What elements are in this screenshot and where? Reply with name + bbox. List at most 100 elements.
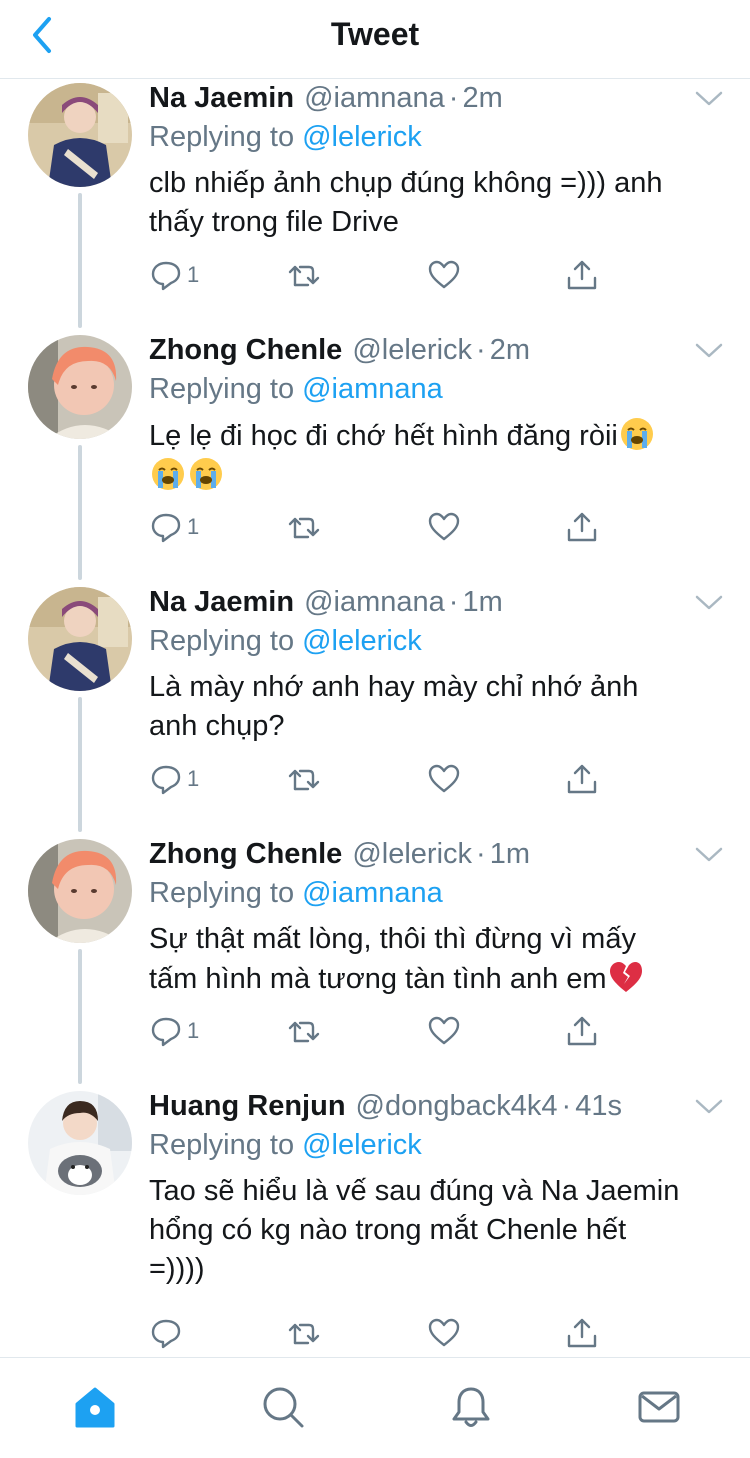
- tweet-header: Zhong Chenle @lelerick · 2m: [149, 331, 530, 369]
- retweet-button[interactable]: [287, 1011, 321, 1051]
- heart-icon: [428, 1016, 460, 1045]
- tweet[interactable]: Na Jaemin @iamnana · 1m Replying to @leleric…: [0, 583, 750, 835]
- replying-to: Replying to @iamnana: [149, 874, 443, 912]
- mention-link[interactable]: @iamnana: [302, 877, 443, 909]
- reply-button[interactable]: 1: [149, 255, 199, 295]
- share-icon: [567, 1318, 597, 1348]
- separator: ·: [476, 334, 486, 366]
- tweet-header: Na Jaemin @iamnana · 2m: [149, 79, 503, 117]
- separator: ·: [448, 586, 459, 618]
- like-button[interactable]: [427, 1011, 461, 1051]
- replying-to: Replying to @lelerick: [149, 1126, 422, 1164]
- avatar[interactable]: [28, 839, 132, 943]
- display-name[interactable]: Na Jaemin: [149, 586, 294, 618]
- display-name[interactable]: Zhong Chenle: [149, 334, 342, 366]
- mention-link[interactable]: @lelerick: [302, 625, 422, 657]
- heart-icon: [428, 1318, 460, 1347]
- tab-search[interactable]: [258, 1382, 308, 1432]
- tweet-text: Lẹ lẹ đi học đi chớ hết hình đăng ròii: [149, 416, 729, 496]
- like-button[interactable]: [427, 1313, 461, 1353]
- heart-icon: [428, 512, 460, 541]
- retweet-button[interactable]: [287, 1313, 321, 1353]
- replying-to: Replying to @lelerick: [149, 118, 422, 156]
- separator: ·: [561, 1090, 572, 1122]
- replying-label: Replying to: [149, 1129, 295, 1161]
- avatar[interactable]: [28, 335, 132, 439]
- like-button[interactable]: [427, 255, 461, 295]
- reply-button[interactable]: 1: [149, 759, 199, 799]
- like-button[interactable]: [427, 507, 461, 547]
- chevron-down-icon[interactable]: [692, 1095, 726, 1119]
- timestamp: 2m: [462, 82, 503, 114]
- reply-count: 1: [187, 766, 200, 791]
- timestamp: 41s: [575, 1090, 622, 1122]
- share-button[interactable]: [565, 1011, 599, 1051]
- user-handle: @lelerick: [352, 334, 473, 366]
- avatar[interactable]: [28, 83, 132, 187]
- chevron-down-icon[interactable]: [692, 843, 726, 867]
- share-button[interactable]: [565, 255, 599, 295]
- mention-link[interactable]: @iamnana: [302, 373, 443, 405]
- user-handle: @dongback4k4: [355, 1090, 558, 1122]
- tab-home[interactable]: [70, 1382, 120, 1432]
- thread-connector: [78, 697, 82, 832]
- separator: ·: [476, 838, 486, 870]
- share-icon: [567, 260, 597, 290]
- thread-connector: [78, 445, 82, 580]
- timestamp: 1m: [462, 586, 503, 618]
- loudly-crying-face-icon: [620, 418, 653, 450]
- avatar[interactable]: [28, 587, 132, 691]
- share-button[interactable]: [565, 759, 599, 799]
- timestamp: 2m: [489, 334, 530, 366]
- replying-label: Replying to: [149, 121, 295, 153]
- mention-link[interactable]: @lelerick: [302, 121, 422, 153]
- tweet-text: Tao sẽ hiểu là vế sau đúng và Na Jaemin …: [149, 1175, 680, 1285]
- tweet-actions: 1: [149, 1011, 629, 1051]
- user-handle: @iamnana: [304, 82, 445, 114]
- reply-button[interactable]: 1: [149, 1011, 199, 1051]
- user-handle: @iamnana: [304, 586, 445, 618]
- tweet-text-line: Sự thật mất lòng, thôi thì đừng vì mấy: [149, 923, 636, 955]
- search-icon: [263, 1387, 304, 1428]
- retweet-button[interactable]: [287, 759, 321, 799]
- tweet-actions: [149, 1313, 629, 1353]
- display-name[interactable]: Huang Renjun: [149, 1090, 346, 1122]
- page-title: Tweet: [330, 16, 420, 52]
- reply-icon: [151, 513, 181, 543]
- reply-icon: [151, 1017, 181, 1047]
- messages-icon: [638, 1391, 680, 1423]
- loudly-crying-face-icon: [152, 458, 184, 490]
- share-button[interactable]: [565, 507, 599, 547]
- chevron-down-icon[interactable]: [692, 339, 726, 363]
- reply-button[interactable]: [149, 1313, 187, 1353]
- tab-messages[interactable]: [634, 1382, 684, 1432]
- tweet[interactable]: Zhong Chenle @lelerick · 1m Replying to @iam…: [0, 835, 750, 1087]
- avatar[interactable]: [28, 1091, 132, 1195]
- tweet[interactable]: Zhong Chenle @lelerick · 2m Replying to @iam…: [0, 331, 750, 583]
- user-handle: @lelerick: [352, 838, 473, 870]
- tab-notifications[interactable]: [446, 1382, 496, 1432]
- share-button[interactable]: [565, 1313, 599, 1353]
- retweet-button[interactable]: [287, 507, 321, 547]
- reply-button[interactable]: 1: [149, 507, 199, 547]
- top-bar: Tweet: [0, 0, 750, 79]
- mention-link[interactable]: @lelerick: [302, 1129, 422, 1161]
- tweet-actions: 1: [149, 255, 629, 295]
- reply-icon: [151, 261, 181, 291]
- like-button[interactable]: [427, 759, 461, 799]
- loudly-crying-face-icon: [190, 458, 222, 490]
- replying-to: Replying to @iamnana: [149, 370, 443, 408]
- tweet[interactable]: Na Jaemin @iamnana · 2m Replying to @leleric…: [0, 79, 750, 331]
- retweet-button[interactable]: [287, 255, 321, 295]
- chevron-down-icon[interactable]: [692, 87, 726, 111]
- tweet[interactable]: Huang Renjun @dongback4k4 · 41s Replying to…: [0, 1087, 750, 1367]
- reply-count: 1: [187, 1018, 200, 1043]
- broken-heart-icon: [609, 962, 642, 992]
- retweet-icon: [288, 1323, 320, 1345]
- retweet-icon: [288, 769, 320, 791]
- replying-to: Replying to @lelerick: [149, 622, 422, 660]
- retweet-icon: [288, 1021, 320, 1043]
- chevron-down-icon[interactable]: [692, 591, 726, 615]
- display-name[interactable]: Na Jaemin: [149, 82, 294, 114]
- display-name[interactable]: Zhong Chenle: [149, 838, 342, 870]
